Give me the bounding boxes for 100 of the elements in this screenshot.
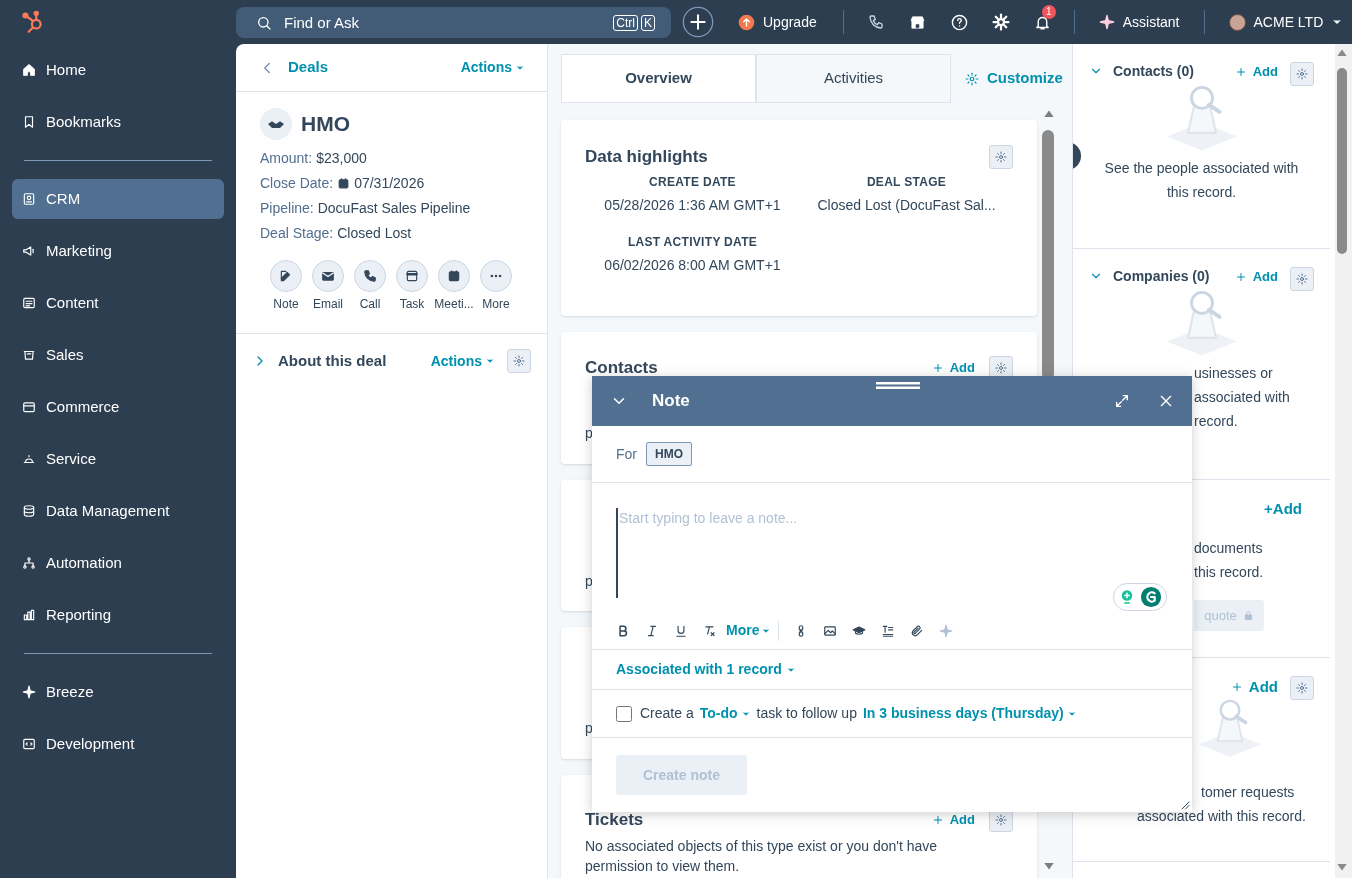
card-text: p — [585, 424, 593, 443]
tab[interactable]: Overview — [561, 54, 756, 103]
actions-button[interactable]: Actions — [460, 57, 525, 78]
service-icon — [22, 452, 36, 466]
bookmark-icon — [22, 115, 36, 129]
list-icon[interactable] — [881, 623, 896, 638]
italic-icon[interactable] — [645, 623, 659, 638]
add-button[interactable]: +Add — [1264, 498, 1302, 521]
drag-handle-icon[interactable] — [876, 382, 920, 389]
magnifier-illustration-icon — [1166, 288, 1237, 358]
note-icon — [279, 269, 293, 283]
dropdown[interactable]: To-do — [699, 703, 751, 724]
task-text: task to follow up — [756, 704, 857, 723]
add-button[interactable]: Add — [931, 358, 975, 378]
record-title: HMO — [301, 111, 350, 138]
search-icon — [256, 14, 272, 31]
associations-dropdown[interactable]: Associated with 1 record — [616, 659, 796, 680]
card-text: No associated objects of this type exist or you don't have — [585, 837, 938, 856]
section-text: See the people associated with — [1104, 159, 1299, 178]
settings-icon — [995, 814, 1007, 826]
sidebar-item[interactable]: Marketing — [12, 231, 224, 271]
sidebar-item[interactable]: Service — [12, 439, 224, 479]
sidebar-item[interactable]: Reporting — [12, 595, 224, 635]
settings-button[interactable] — [1290, 267, 1314, 291]
scrollbar-thumb[interactable] — [1337, 68, 1347, 254]
sidebar-item[interactable]: Automation — [12, 543, 224, 583]
account-menu[interactable]: ACME LTD — [1228, 11, 1344, 33]
settings-icon — [995, 150, 1007, 163]
attachment-icon[interactable] — [910, 623, 925, 638]
section-text: usinesses or — [1194, 364, 1274, 383]
store-icon[interactable] — [908, 13, 926, 31]
crm-icon — [22, 192, 36, 206]
for-label: For — [616, 444, 637, 464]
add-button[interactable]: Add — [1234, 62, 1278, 82]
shortcut-key: Ctrl — [613, 14, 638, 31]
field-value: 05/28/2026 1:36 AM GMT+1 — [604, 195, 781, 215]
record-tag[interactable]: HMO — [646, 442, 692, 466]
bold-icon[interactable] — [616, 623, 630, 638]
back-link[interactable]: Deals — [258, 56, 329, 79]
settings-button[interactable] — [1290, 676, 1314, 700]
settings-icon — [995, 362, 1007, 374]
sidebar-item[interactable]: Breeze — [12, 672, 224, 712]
avatar-icon — [1228, 13, 1246, 31]
settings-button[interactable] — [989, 144, 1013, 169]
task-text: Create a — [640, 704, 694, 723]
commerce-icon — [22, 400, 36, 414]
section-title: Contacts (0) — [1113, 62, 1195, 80]
help-icon[interactable] — [950, 13, 968, 31]
underline-icon[interactable] — [674, 623, 688, 638]
close-icon[interactable] — [1158, 393, 1174, 409]
reporting-icon — [22, 608, 36, 622]
home-icon — [22, 63, 36, 77]
section-text: documents — [1194, 539, 1264, 558]
plus-icon — [931, 814, 944, 826]
sidebar-item[interactable]: Bookmarks — [12, 102, 224, 142]
settings-icon — [965, 71, 979, 86]
sidebar-item[interactable]: Commerce — [12, 387, 224, 427]
writing-assistant-icon[interactable] — [1140, 586, 1162, 608]
plus-icon — [931, 362, 944, 374]
sidebar-item[interactable]: Sales — [12, 335, 224, 375]
sidebar-item[interactable]: Content — [12, 283, 224, 323]
add-button[interactable]: Add — [1230, 676, 1278, 699]
tab[interactable]: Activities — [756, 54, 951, 103]
checkbox[interactable] — [616, 705, 632, 722]
lock-icon — [1242, 610, 1254, 621]
property-line: Amount: $23,000 — [260, 149, 368, 168]
phone-icon[interactable] — [867, 14, 884, 30]
field-label: DEAL STAGE — [866, 173, 947, 191]
expand-icon[interactable] — [1114, 393, 1130, 409]
sidebar-item[interactable]: Development — [12, 724, 224, 764]
sidebar-item[interactable]: Data Management — [12, 491, 224, 531]
development-icon — [22, 737, 36, 751]
card-text: permission to view them. — [585, 857, 740, 876]
settings-icon[interactable] — [991, 13, 1010, 31]
graduation-cap-icon[interactable] — [852, 623, 867, 638]
add-button[interactable]: Add — [931, 810, 975, 830]
plus-icon[interactable] — [682, 6, 714, 38]
section-title: About this deal — [278, 350, 387, 371]
more-button[interactable]: More — [726, 620, 772, 641]
image-icon[interactable] — [823, 623, 838, 638]
sidebar-item[interactable]: Home — [12, 50, 224, 90]
automation-icon — [22, 556, 36, 570]
section-text: this record. — [1166, 183, 1237, 202]
sidebar-item[interactable]: CRM — [12, 179, 224, 219]
marketing-icon — [22, 244, 36, 258]
assistant-button[interactable]: Assistant — [1098, 11, 1180, 33]
card-text: p — [585, 572, 593, 591]
card-title: Tickets — [585, 809, 644, 832]
magnifier-illustration-icon — [1166, 83, 1237, 153]
section-text: associated with — [1194, 388, 1291, 407]
dropdown[interactable]: In 3 business days (Thursday) — [862, 703, 1077, 724]
clear-format-icon[interactable] — [703, 623, 717, 638]
handshake-icon — [260, 108, 292, 140]
section-text: tomer requests — [1201, 783, 1295, 802]
plus-icon — [1230, 681, 1243, 694]
upgrade-button[interactable]: Upgrade — [738, 11, 817, 33]
settings-button[interactable] — [1290, 62, 1314, 86]
actions-button[interactable]: Actions — [430, 350, 495, 372]
add-button[interactable]: Add — [1234, 267, 1278, 287]
settings-button[interactable] — [507, 349, 531, 373]
